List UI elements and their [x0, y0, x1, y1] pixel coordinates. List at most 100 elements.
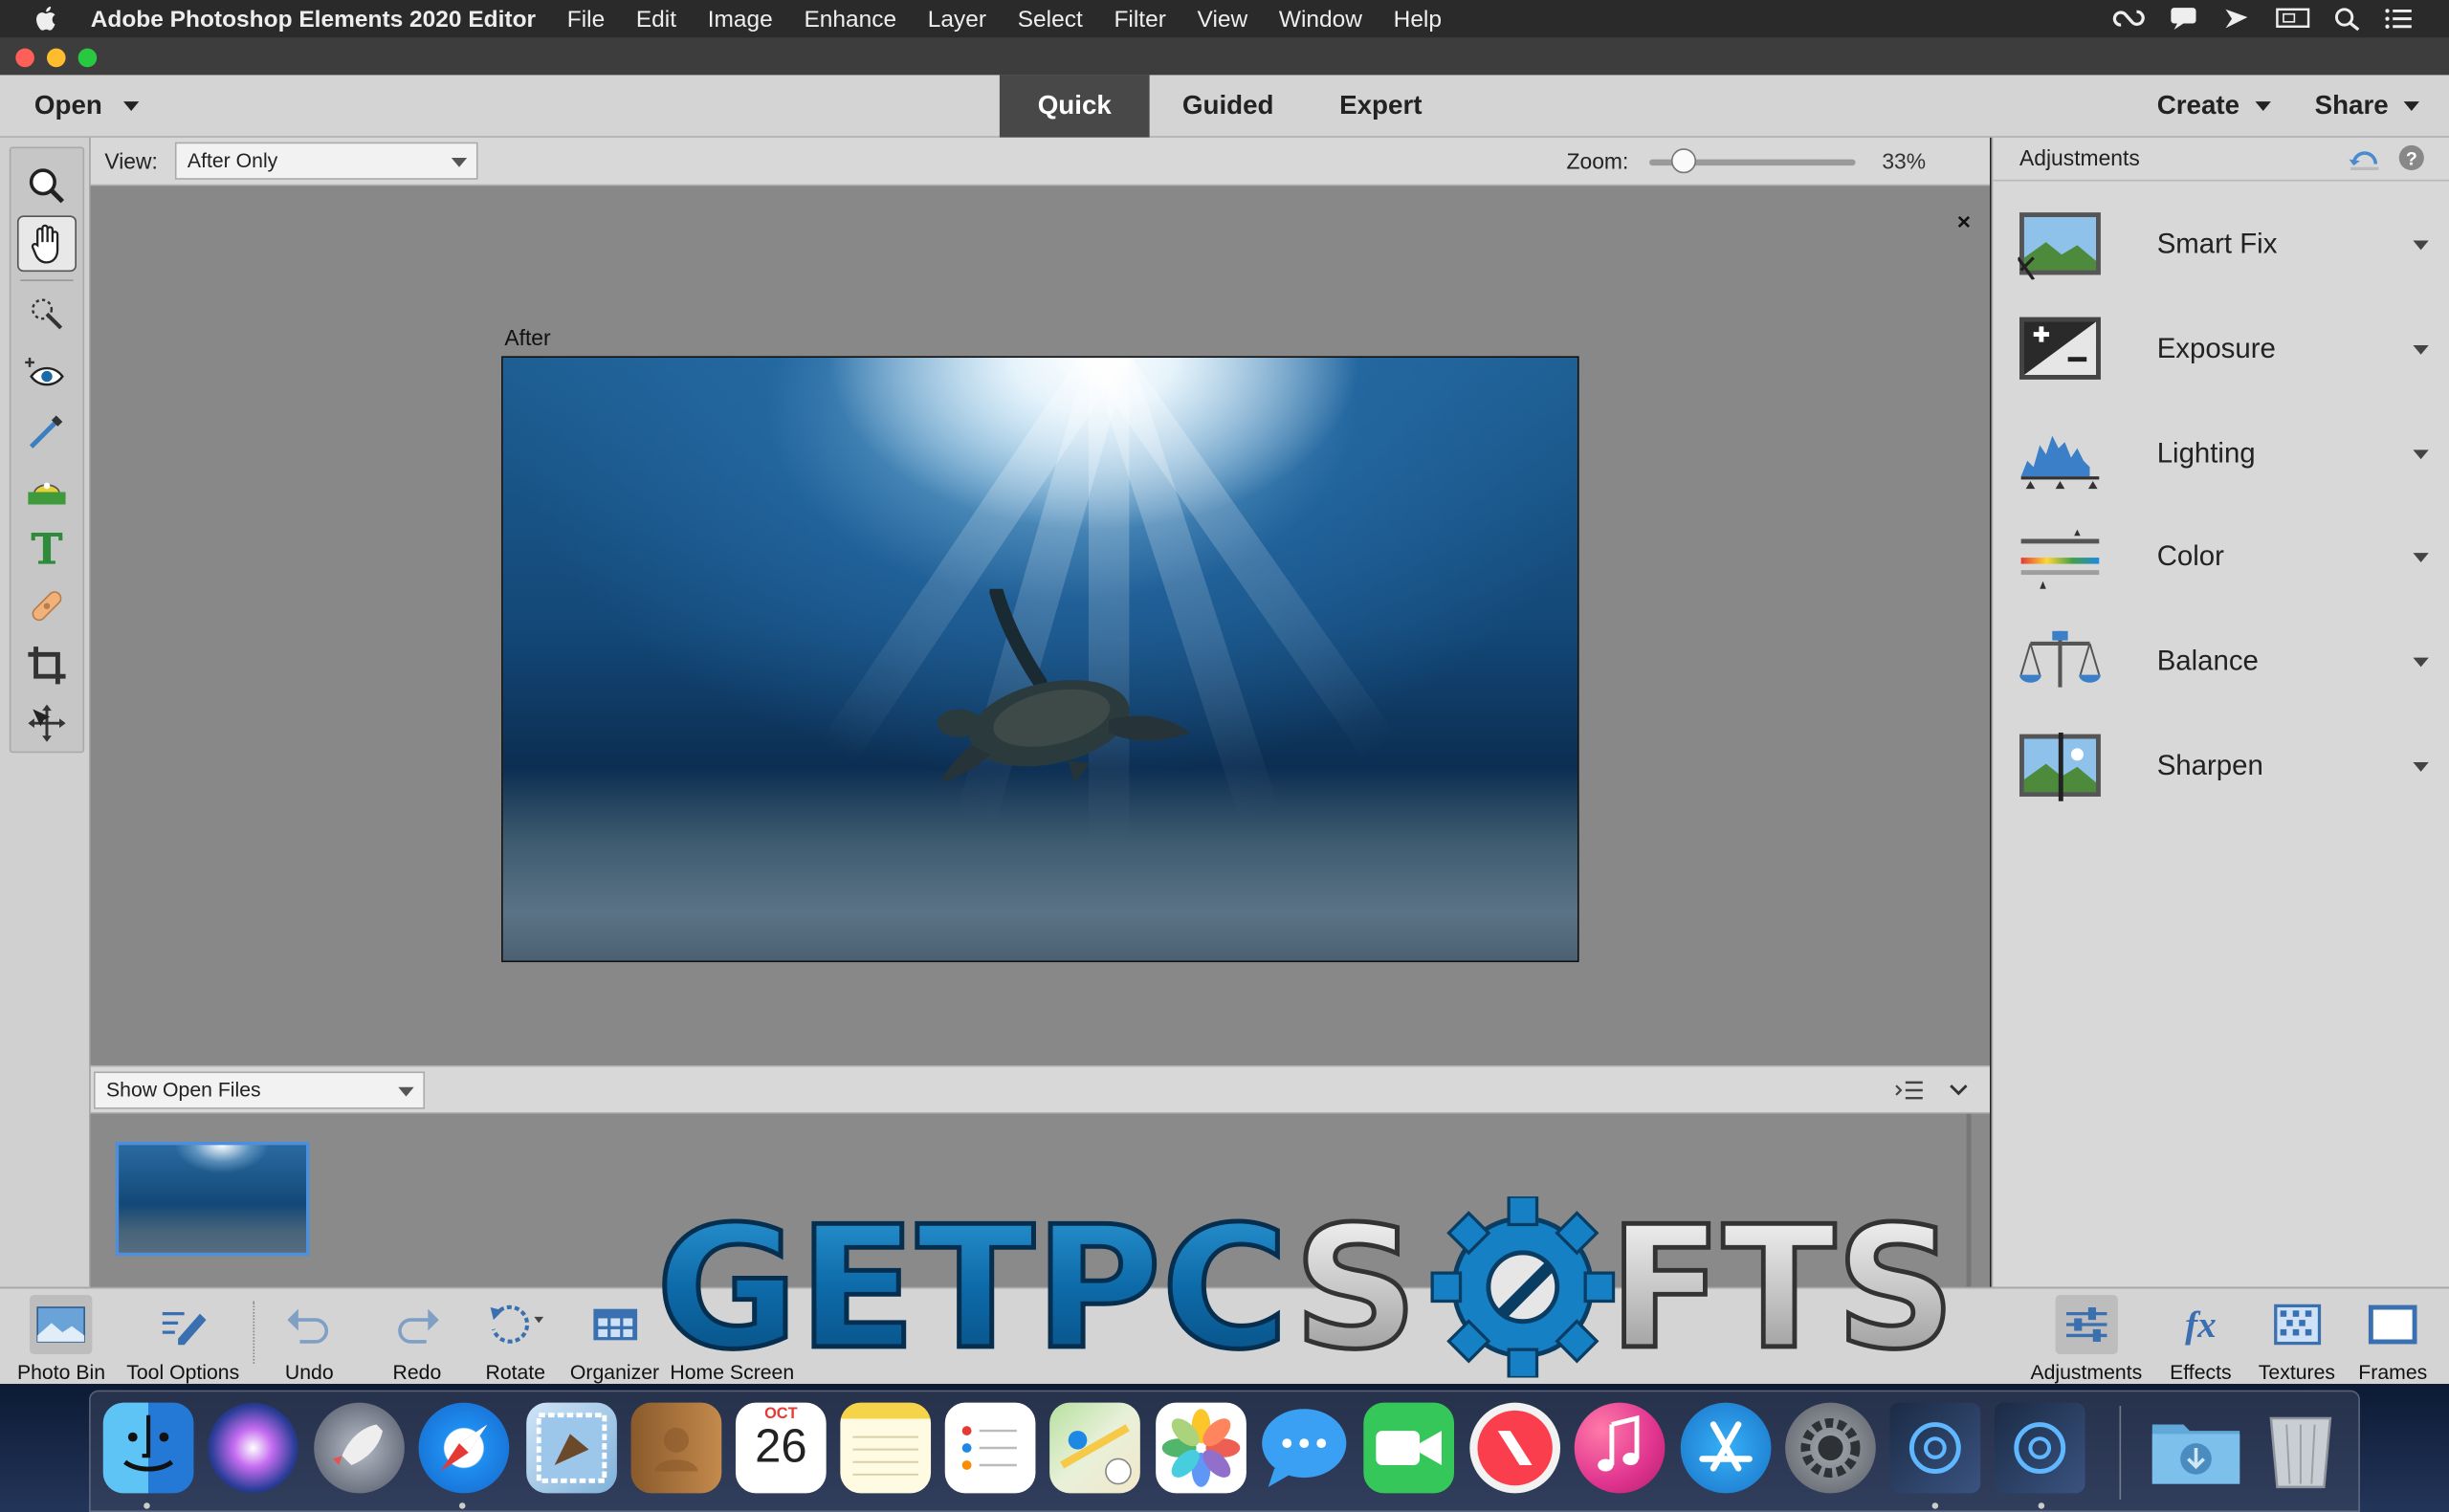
menu-filter[interactable]: Filter	[1114, 6, 1165, 33]
minimize-window-button[interactable]	[46, 48, 66, 68]
whiten-teeth-tool[interactable]	[17, 403, 77, 459]
reset-icon[interactable]	[2348, 145, 2382, 173]
bin-options-icon[interactable]	[1894, 1078, 1926, 1103]
notification-icon[interactable]	[2168, 7, 2199, 32]
adjustment-sharpen[interactable]: Sharpen	[1993, 726, 2449, 829]
action-label: Textures	[2258, 1360, 2336, 1385]
zoom-slider-thumb[interactable]	[1670, 148, 1696, 174]
dock-contacts[interactable]	[630, 1402, 722, 1494]
dock-finder[interactable]	[102, 1402, 194, 1494]
frames-button[interactable]: Frames	[2358, 1295, 2427, 1384]
creative-cloud-icon[interactable]	[2111, 7, 2146, 32]
zoom-tool[interactable]	[17, 158, 77, 214]
running-indicator	[458, 1502, 466, 1509]
spot-healing-tool[interactable]	[17, 578, 77, 634]
action-label: Photo Bin	[16, 1360, 105, 1385]
dock-safari[interactable]	[418, 1402, 510, 1494]
photo-bin-icon	[36, 1306, 86, 1343]
dock-siri[interactable]	[208, 1402, 298, 1494]
dock-news[interactable]	[1469, 1402, 1561, 1494]
dock-photoshop-elements-editor[interactable]	[1889, 1402, 1981, 1494]
dock-photos[interactable]	[1156, 1402, 1247, 1494]
tab-expert[interactable]: Expert	[1307, 75, 1455, 137]
menu-select[interactable]: Select	[1018, 6, 1083, 33]
menu-help[interactable]: Help	[1394, 6, 1442, 33]
dock-mail[interactable]	[526, 1402, 617, 1494]
bin-scrollbar[interactable]	[1966, 1113, 1972, 1287]
menu-image[interactable]: Image	[708, 6, 773, 33]
straighten-tool[interactable]	[17, 461, 77, 517]
adjustment-balance[interactable]: Balance	[1993, 622, 2449, 725]
photo-sea-turtle[interactable]	[501, 356, 1579, 963]
dock-system-preferences[interactable]	[1785, 1402, 1876, 1494]
gear-icon	[1800, 1418, 1861, 1479]
chevron-down-icon[interactable]	[1948, 1080, 1970, 1102]
exposure-icon	[2019, 317, 2101, 380]
dock-music[interactable]	[1574, 1402, 1666, 1494]
dock-maps[interactable]	[1049, 1402, 1140, 1494]
app-name-menu[interactable]: Adobe Photoshop Elements 2020 Editor	[91, 6, 536, 33]
dock-calendar[interactable]: OCT 26	[735, 1402, 827, 1494]
photo-thumbnail[interactable]	[115, 1141, 310, 1257]
close-window-button[interactable]	[15, 48, 34, 68]
organizer-button[interactable]: Organizer	[570, 1295, 659, 1384]
type-tool[interactable]	[17, 520, 77, 577]
redo-button[interactable]: Redo	[386, 1295, 448, 1384]
open-button[interactable]: Open	[34, 91, 141, 122]
display-icon[interactable]	[2274, 7, 2311, 32]
adjustment-label: Smart Fix	[2156, 228, 2278, 260]
chevron-down-icon	[2413, 657, 2429, 668]
close-image-icon[interactable]: ×	[1957, 209, 1971, 236]
crop-tool[interactable]	[17, 637, 77, 693]
apple-logo-icon[interactable]	[34, 5, 59, 33]
window-titlebar	[0, 37, 2449, 76]
adjustment-smart-fix[interactable]: Smart Fix	[1993, 205, 2449, 308]
chevron-down-icon	[2404, 101, 2420, 111]
hand-tool[interactable]	[16, 215, 77, 273]
adjustments-button[interactable]: Adjustments	[2030, 1294, 2143, 1385]
spotlight-search-icon[interactable]	[2333, 7, 2361, 32]
action-label: Adjustments	[2030, 1360, 2143, 1385]
effects-button[interactable]: fx Effects	[2170, 1295, 2232, 1384]
dock-app-store[interactable]	[1680, 1402, 1772, 1494]
menu-enhance[interactable]: Enhance	[804, 6, 896, 33]
view-dropdown[interactable]: After Only	[174, 142, 478, 180]
undo-button[interactable]: Undo	[278, 1295, 341, 1384]
photo-bin-button[interactable]: Photo Bin	[16, 1294, 105, 1385]
zoom-window-button[interactable]	[77, 48, 98, 68]
rocket-icon	[332, 1424, 383, 1465]
dock-downloads[interactable]	[2150, 1403, 2240, 1494]
red-eye-tool[interactable]	[17, 345, 77, 402]
textures-button[interactable]: Textures	[2259, 1295, 2335, 1384]
tab-guided[interactable]: Guided	[1150, 75, 1307, 137]
adjustment-lighting[interactable]: Lighting	[1993, 414, 2449, 517]
dock-facetime[interactable]	[1363, 1402, 1454, 1494]
menu-window[interactable]: Window	[1279, 6, 1362, 33]
image-canvas[interactable]: × After	[90, 186, 1990, 1065]
menu-edit[interactable]: Edit	[636, 6, 676, 33]
dock-photoshop-elements-organizer[interactable]	[1994, 1402, 2085, 1494]
airplay-icon[interactable]	[2221, 7, 2253, 32]
dock-launchpad[interactable]	[314, 1402, 405, 1494]
rotate-button[interactable]: Rotate	[484, 1295, 546, 1384]
adjustment-color[interactable]: Color	[1993, 517, 2449, 621]
control-center-icon[interactable]	[2383, 7, 2415, 32]
quick-selection-tool[interactable]	[17, 286, 77, 342]
menu-view[interactable]: View	[1198, 6, 1248, 33]
dock-messages[interactable]	[1259, 1403, 1350, 1494]
show-open-files-dropdown[interactable]: Show Open Files	[93, 1071, 426, 1109]
dock-notes[interactable]	[840, 1402, 932, 1494]
menu-file[interactable]: File	[567, 6, 605, 33]
mac-menubar: Adobe Photoshop Elements 2020 Editor Fil…	[0, 0, 2449, 38]
share-button[interactable]: Share	[2315, 91, 2420, 122]
photo-bin-bar: Show Open Files	[90, 1064, 1990, 1114]
dock-trash[interactable]	[2256, 1403, 2347, 1494]
adjustment-exposure[interactable]: Exposure	[1993, 309, 2449, 412]
tab-quick[interactable]: Quick	[999, 75, 1150, 138]
tool-options-button[interactable]: Tool Options	[126, 1295, 239, 1384]
dock-reminders[interactable]	[944, 1402, 1036, 1494]
help-icon[interactable]: ?	[2397, 143, 2425, 171]
create-button[interactable]: Create	[2157, 91, 2271, 122]
move-tool[interactable]	[17, 695, 77, 752]
menu-layer[interactable]: Layer	[928, 6, 986, 33]
